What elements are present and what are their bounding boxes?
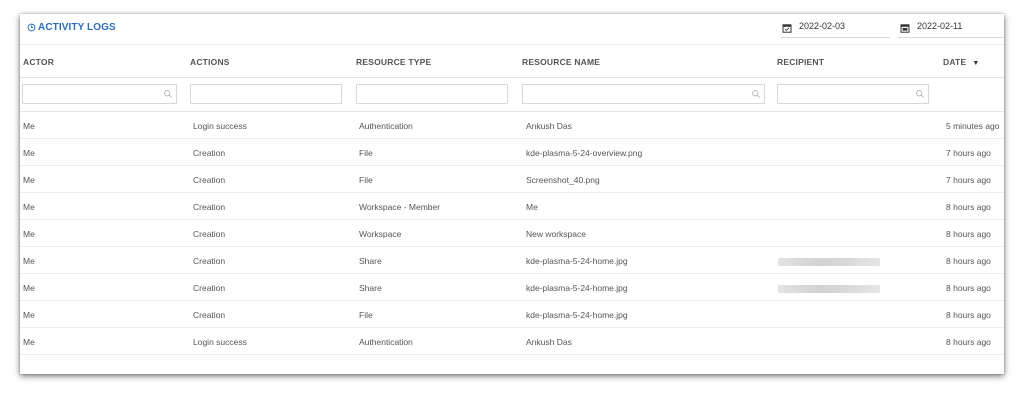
cell-resource-type: Authentication xyxy=(359,337,413,347)
calendar-icon xyxy=(900,24,910,33)
table-row[interactable]: Me Creation Share kde-plasma-5-24-home.j… xyxy=(20,274,1004,301)
cell-action: Creation xyxy=(193,310,226,320)
cell-actor: Me xyxy=(23,310,35,320)
cell-resource-type: Workspace xyxy=(359,229,402,239)
table-row[interactable]: Me Login success Authentication Ankush D… xyxy=(20,328,1004,355)
cell-resource-name: Ankush Das xyxy=(526,337,572,347)
cell-date: 7 hours ago xyxy=(946,148,991,158)
activity-logs-panel: ACTIVITY LOGS 2022-02-03 2022-02-11 ACTO… xyxy=(20,14,1004,374)
page-title-label: ACTIVITY LOGS xyxy=(38,22,116,33)
cell-date: 5 minutes ago xyxy=(946,121,1000,131)
cell-actor: Me xyxy=(23,283,35,293)
cell-resource-type: File xyxy=(359,310,373,320)
cell-date: 8 hours ago xyxy=(946,256,991,266)
resource-type-filter-input[interactable] xyxy=(356,84,508,104)
recipient-filter-input[interactable] xyxy=(777,84,929,104)
cell-actor: Me xyxy=(23,256,35,266)
column-header-date[interactable]: DATE ▼ xyxy=(943,57,979,67)
actor-filter-input[interactable] xyxy=(22,84,177,104)
cell-action: Creation xyxy=(193,148,226,158)
cell-resource-name: kde-plasma-5-24-home.jpg xyxy=(526,310,628,320)
column-header-actions[interactable]: ACTIONS xyxy=(190,57,230,67)
cell-date: 7 hours ago xyxy=(946,175,991,185)
cell-resource-name: kde-plasma-5-24-home.jpg xyxy=(526,283,628,293)
resource-name-filter-input[interactable] xyxy=(522,84,765,104)
cell-resource-name: kde-plasma-5-24-home.jpg xyxy=(526,256,628,266)
date-to-field[interactable]: 2022-02-11 xyxy=(898,18,1004,38)
column-header-recipient[interactable]: RECIPIENT xyxy=(777,57,824,67)
column-header-actor[interactable]: ACTOR xyxy=(23,57,54,67)
table-row[interactable]: Me Creation File kde-plasma-5-24-overvie… xyxy=(20,139,1004,166)
filter-row xyxy=(20,78,1004,112)
table-body: Me Login success Authentication Ankush D… xyxy=(20,112,1004,355)
table-header: ACTOR ACTIONS RESOURCE TYPE RESOURCE NAM… xyxy=(20,44,1004,78)
table-row[interactable]: Me Login success Authentication Ankush D… xyxy=(20,112,1004,139)
cell-resource-name: Ankush Das xyxy=(526,121,572,131)
cell-date: 8 hours ago xyxy=(946,283,991,293)
magnifier-icon xyxy=(164,90,172,98)
column-header-resource-type[interactable]: RESOURCE TYPE xyxy=(356,57,431,67)
actions-filter-input[interactable] xyxy=(190,84,342,104)
cell-resource-type: Workspace - Member xyxy=(359,202,441,212)
magnifier-icon xyxy=(916,90,924,98)
cell-resource-name: Me xyxy=(526,202,538,212)
magnifier-icon xyxy=(752,90,760,98)
cell-actor: Me xyxy=(23,121,35,131)
table-row[interactable]: Me Creation File Screenshot_40.png 7 hou… xyxy=(20,166,1004,193)
redacted-recipient xyxy=(778,285,880,293)
cell-resource-type: Share xyxy=(359,256,382,266)
cell-action: Creation xyxy=(193,202,226,212)
cell-resource-name: kde-plasma-5-24-overview.png xyxy=(526,148,643,158)
cell-action: Creation xyxy=(193,256,226,266)
cell-action: Login success xyxy=(193,337,247,347)
date-from-value: 2022-02-03 xyxy=(799,21,846,31)
redacted-recipient xyxy=(778,258,880,266)
cell-resource-type: Share xyxy=(359,283,382,293)
cell-actor: Me xyxy=(23,175,35,185)
cell-actor: Me xyxy=(23,229,35,239)
date-from-field[interactable]: 2022-02-03 xyxy=(780,18,890,38)
table-row[interactable]: Me Creation Workspace - Member Me 8 hour… xyxy=(20,193,1004,220)
cell-resource-type: File xyxy=(359,175,373,185)
cell-action: Creation xyxy=(193,283,226,293)
clock-history-icon xyxy=(27,23,36,32)
date-to-value: 2022-02-11 xyxy=(917,21,963,31)
panel-header: ACTIVITY LOGS 2022-02-03 2022-02-11 xyxy=(20,14,1004,44)
table-row[interactable]: Me Creation Share kde-plasma-5-24-home.j… xyxy=(20,247,1004,274)
cell-date: 8 hours ago xyxy=(946,310,991,320)
column-header-date-label: DATE xyxy=(943,57,967,67)
cell-action: Login success xyxy=(193,121,247,131)
table-row[interactable]: Me Creation File kde-plasma-5-24-home.jp… xyxy=(20,301,1004,328)
cell-actor: Me xyxy=(23,148,35,158)
cell-date: 8 hours ago xyxy=(946,202,991,212)
cell-resource-name: Screenshot_40.png xyxy=(526,175,600,185)
cell-actor: Me xyxy=(23,337,35,347)
column-header-resource-name[interactable]: RESOURCE NAME xyxy=(522,57,600,67)
cell-date: 8 hours ago xyxy=(946,229,991,239)
cell-date: 8 hours ago xyxy=(946,337,991,347)
cell-action: Creation xyxy=(193,175,226,185)
calendar-icon xyxy=(782,24,792,33)
cell-resource-type: File xyxy=(359,148,373,158)
cell-resource-name: New workspace xyxy=(526,229,586,239)
cell-action: Creation xyxy=(193,229,226,239)
table-row[interactable]: Me Creation Workspace New workspace 8 ho… xyxy=(20,220,1004,247)
sort-desc-icon[interactable]: ▼ xyxy=(972,60,979,67)
page-title[interactable]: ACTIVITY LOGS xyxy=(27,22,116,33)
cell-resource-type: Authentication xyxy=(359,121,413,131)
cell-actor: Me xyxy=(23,202,35,212)
